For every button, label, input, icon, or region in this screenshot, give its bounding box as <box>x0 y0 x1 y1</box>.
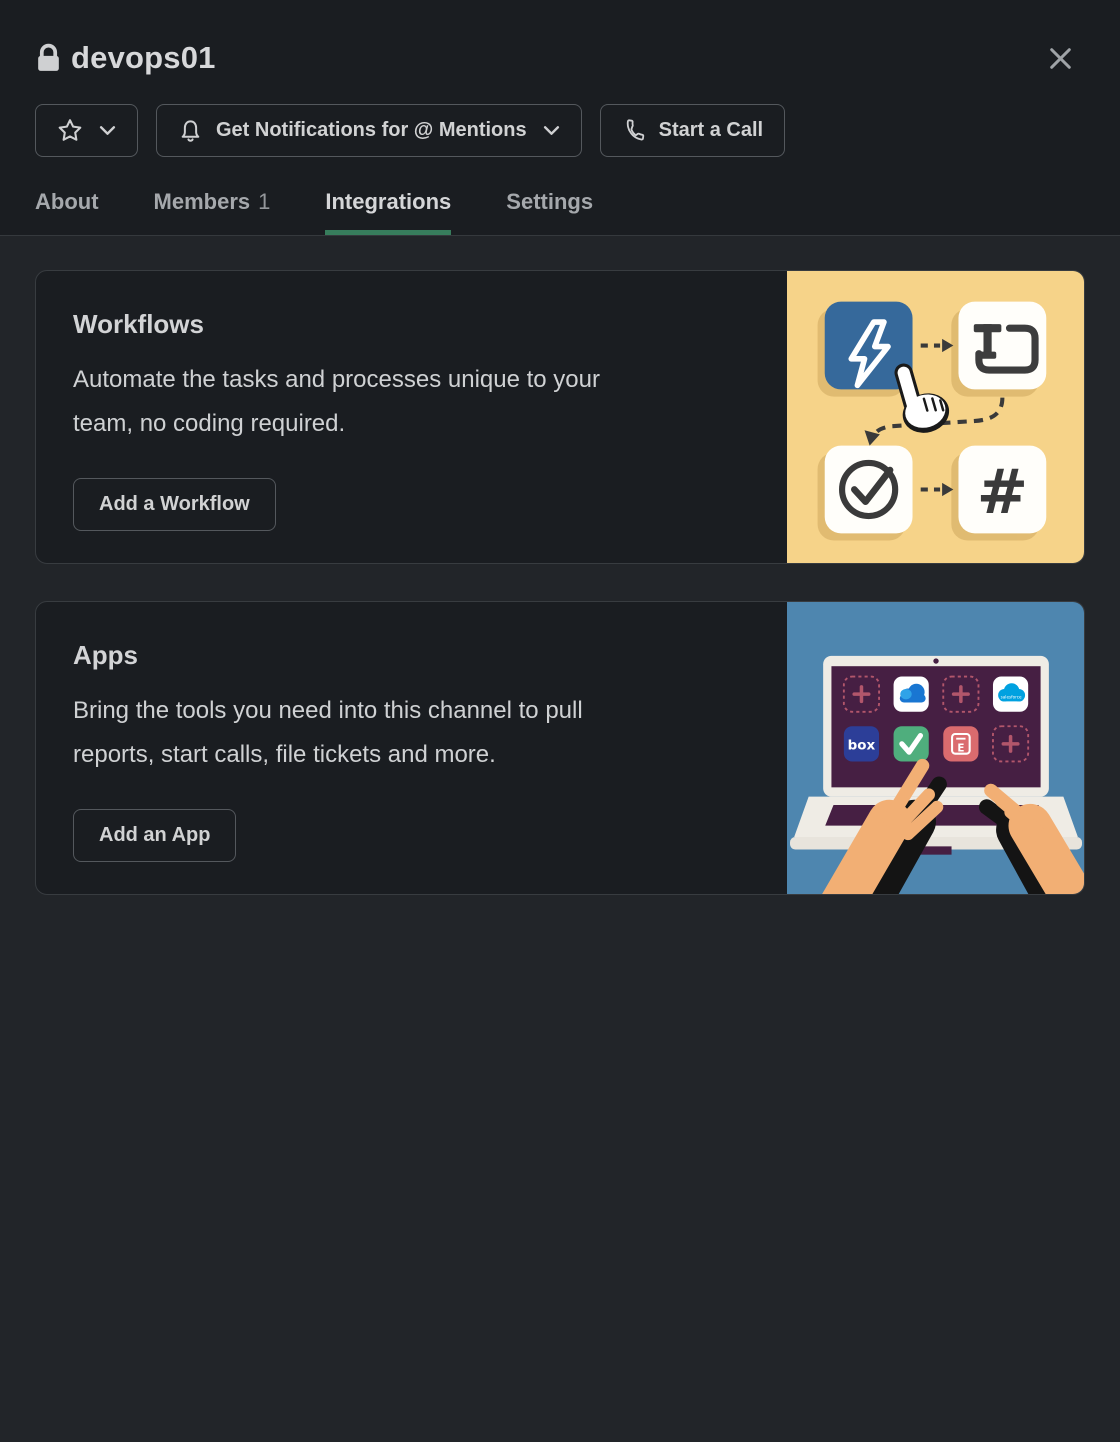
note-e-icon: E <box>943 726 978 761</box>
apps-illustration: salesforce box E <box>787 602 1084 894</box>
tab-bar: About Members1 Integrations Settings <box>35 173 1078 235</box>
members-count: 1 <box>258 189 270 214</box>
salesforce-icon: salesforce <box>993 677 1028 712</box>
chevron-down-icon <box>543 125 560 136</box>
tab-about[interactable]: About <box>35 173 99 235</box>
add-app-button[interactable]: Add an App <box>73 809 236 862</box>
tab-settings[interactable]: Settings <box>506 173 593 235</box>
add-workflow-button[interactable]: Add a Workflow <box>73 478 276 531</box>
svg-text:box: box <box>848 739 876 754</box>
close-button[interactable] <box>1043 41 1078 76</box>
phone-icon <box>622 119 646 143</box>
tab-members[interactable]: Members1 <box>154 173 271 235</box>
page-title: devops01 <box>71 40 216 76</box>
check-circle-icon <box>825 446 913 534</box>
start-call-button[interactable]: Start a Call <box>600 104 785 157</box>
tab-integrations[interactable]: Integrations <box>325 173 451 235</box>
channel-details-header: devops01 <box>0 0 1120 236</box>
start-call-button-label: Start a Call <box>659 119 763 142</box>
apps-title: Apps <box>73 640 757 671</box>
workflows-description: Automate the tasks and processes unique … <box>73 358 653 446</box>
svg-text:E: E <box>957 743 964 755</box>
workflows-illustration: # <box>787 271 1084 563</box>
hash-icon: # <box>958 446 1046 534</box>
close-icon <box>1047 45 1074 72</box>
notifications-button-label: Get Notifications for @ Mentions <box>216 119 527 142</box>
svg-text:#: # <box>977 457 1028 528</box>
bell-icon <box>178 118 203 143</box>
star-channel-button[interactable] <box>35 104 138 157</box>
chevron-down-icon <box>99 125 116 136</box>
check-icon <box>894 726 929 761</box>
box-icon: box <box>844 726 879 761</box>
card-workflows: Workflows Automate the tasks and process… <box>35 270 1085 564</box>
onedrive-icon <box>894 677 929 712</box>
lock-icon <box>35 43 62 74</box>
integrations-panel: Workflows Automate the tasks and process… <box>0 236 1120 895</box>
svg-text:salesforce: salesforce <box>1001 694 1022 699</box>
notifications-button[interactable]: Get Notifications for @ Mentions <box>156 104 582 157</box>
star-icon <box>57 118 83 144</box>
card-apps: Apps Bring the tools you need into this … <box>35 601 1085 895</box>
apps-description: Bring the tools you need into this chann… <box>73 689 653 777</box>
workflows-title: Workflows <box>73 309 757 340</box>
text-field-icon <box>958 302 1046 390</box>
